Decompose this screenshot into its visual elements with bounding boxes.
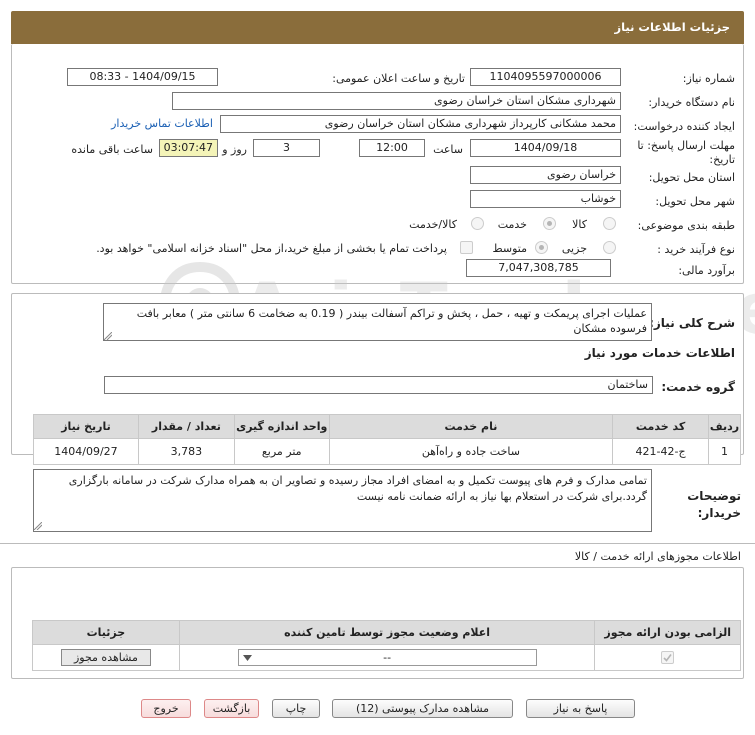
announce-label: تاریخ و ساعت اعلان عمومی: [332, 72, 465, 85]
col-qty: تعداد / مقدار [137, 414, 235, 439]
summary-text-content: عملیات اجرای پریمکت و تهیه ، حمل ، پخش و… [136, 307, 647, 335]
permit-status-select[interactable]: -- [237, 649, 537, 666]
budget-field: 7,047,308,785 [466, 259, 611, 277]
category-option-goods: کالا [572, 218, 587, 231]
need-number-field: 1104095597000006 [470, 68, 621, 86]
row-index: 1 [708, 438, 741, 465]
col-details: جزئیات [32, 620, 180, 645]
resize-handle-icon[interactable] [104, 332, 112, 340]
back-button[interactable]: بازگشت [204, 699, 259, 718]
col-status: اعلام وضعیت مجوز توسط تامین کننده [178, 620, 596, 645]
buyer-org-field: شهرداری مشکان استان خراسان رضوی [172, 92, 621, 110]
row-date: 1404/09/27 [33, 438, 139, 465]
province-label: استان محل تحویل: [648, 171, 735, 184]
col-index: ردیف [708, 414, 741, 439]
treasury-payment-checkbox[interactable] [460, 241, 473, 254]
col-required: الزامی بودن ارائه مجوز [594, 620, 741, 645]
announce-field: 1404/09/15 - 08:33 [67, 68, 218, 86]
category-option-service: خدمت [497, 218, 527, 231]
service-group-field: ساختمان [104, 376, 653, 394]
province-field: خراسان رضوی [470, 166, 621, 184]
row-name: ساخت جاده و راه‌آهن [328, 438, 614, 465]
permits-table-header: الزامی بودن ارائه مجوز اعلام وضعیت مجوز … [32, 620, 741, 645]
view-permit-button[interactable]: مشاهده مجوز [60, 649, 151, 666]
required-checkbox [661, 651, 675, 665]
days-field: 3 [253, 139, 320, 157]
col-date: تاریخ نیاز [33, 414, 139, 439]
city-field: خوشاب [470, 190, 621, 208]
permit-status-value: -- [383, 651, 392, 664]
table-row: 1 ج-42-421 ساخت جاده و راه‌آهن متر مربع … [33, 438, 741, 465]
row-unit: متر مربع [233, 438, 330, 465]
col-code: کد خدمت [612, 414, 710, 439]
permits-table: الزامی بودن ارائه مجوز اعلام وضعیت مجوز … [32, 620, 741, 671]
category-radio-both[interactable] [471, 217, 484, 230]
view-attachments-button[interactable]: مشاهده مدارک پیوستی (12) [332, 699, 513, 718]
divider [0, 543, 755, 544]
services-table-header: ردیف کد خدمت نام خدمت واحد اندازه گیری ت… [33, 414, 741, 439]
col-unit: واحد اندازه گیری [233, 414, 330, 439]
check-icon [663, 654, 672, 662]
deadline-label: مهلت ارسال پاسخ: تا تاریخ: [637, 139, 735, 166]
days-label: روز و [222, 143, 247, 156]
treasury-payment-note: پرداخت تمام یا بخشی از مبلغ خرید،از محل … [96, 242, 447, 255]
summary-label: شرح کلی نیاز: [649, 316, 735, 330]
details-cell: مشاهده مجوز [32, 644, 180, 671]
category-option-both: کالا/خدمت [409, 218, 457, 231]
need-number-label: شماره نیاز: [682, 72, 735, 85]
summary-text: عملیات اجرای پریمکت و تهیه ، حمل ، پخش و… [103, 303, 652, 341]
time-label: ساعت [433, 143, 463, 156]
process-label: نوع فرآیند خرید : [657, 243, 735, 256]
row-qty: 3,783 [137, 438, 235, 465]
required-cell [594, 644, 741, 671]
service-group-label: گروه خدمت: [661, 380, 735, 394]
chevron-down-icon [242, 655, 252, 661]
print-button[interactable]: چاپ [272, 699, 320, 718]
status-cell: -- [178, 644, 596, 671]
table-row: -- مشاهده مجوز [32, 644, 741, 671]
process-option-minor: جزیی [561, 242, 587, 255]
buyer-org-label: نام دستگاه خریدار: [648, 96, 735, 109]
process-radio-minor[interactable] [603, 241, 616, 254]
budget-label: برآورد مالی: [678, 264, 735, 277]
exit-button[interactable]: خروج [141, 699, 191, 718]
process-option-medium: متوسط [492, 242, 527, 255]
deadline-time-field: 12:00 [359, 139, 425, 157]
buyer-notes-text: تمامی مدارک و فرم های پیوست تکمیل و به ا… [33, 469, 652, 532]
category-radio-goods[interactable] [603, 217, 616, 230]
buyer-notes-content: تمامی مدارک و فرم های پیوست تکمیل و به ا… [68, 474, 647, 503]
permits-title: اطلاعات مجوزهای ارائه خدمت / کالا [574, 550, 741, 563]
remaining-time-field: 03:07:47 [159, 139, 218, 157]
requester-field: محمد مشکانی کارپرداز شهرداری مشکان استان… [220, 115, 621, 133]
page-header: جزئیات اطلاعات نیاز [11, 11, 744, 44]
category-radio-service[interactable] [543, 217, 556, 230]
row-code: ج-42-421 [612, 438, 710, 465]
buyer-notes-label: توضیحات خریدار: [687, 489, 741, 520]
requester-label: ایجاد کننده درخواست: [633, 120, 735, 133]
remaining-label: ساعت باقی مانده [71, 143, 153, 156]
deadline-date-field: 1404/09/18 [470, 139, 621, 157]
contact-buyer-link[interactable]: اطلاعات تماس خریدار [111, 117, 213, 130]
col-name: نام خدمت [328, 414, 614, 439]
category-label: طبقه بندی موضوعی: [637, 219, 735, 232]
city-label: شهر محل تحویل: [655, 195, 735, 208]
resize-handle-icon[interactable] [34, 522, 42, 530]
services-table: ردیف کد خدمت نام خدمت واحد اندازه گیری ت… [33, 414, 741, 465]
process-radio-medium[interactable] [535, 241, 548, 254]
page-title: جزئیات اطلاعات نیاز [614, 20, 730, 34]
reply-button[interactable]: پاسخ به نیاز [526, 699, 635, 718]
services-section-title: اطلاعات خدمات مورد نیاز [584, 346, 735, 360]
